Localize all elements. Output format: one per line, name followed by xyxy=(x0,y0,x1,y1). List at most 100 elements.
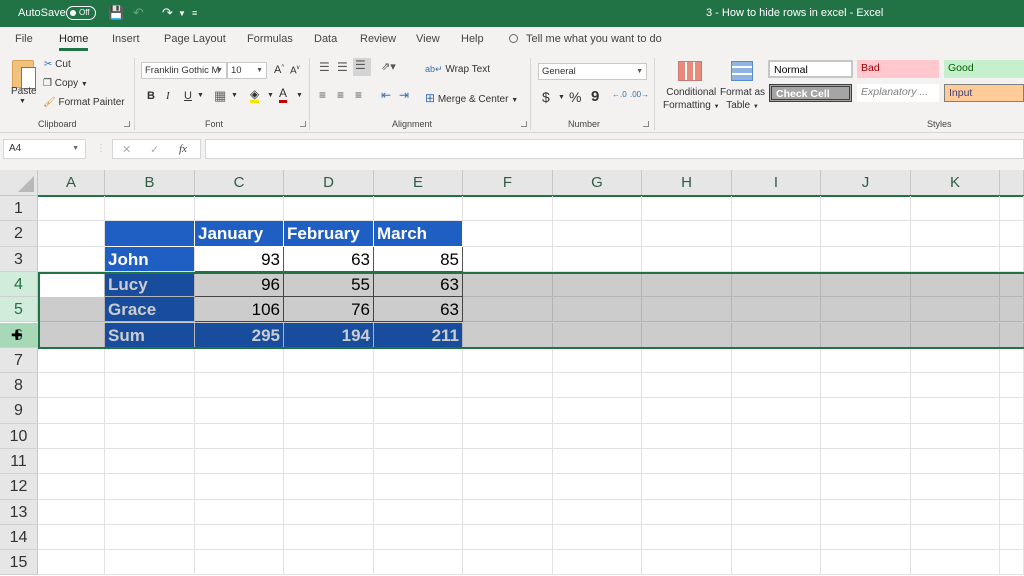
cell-f10[interactable] xyxy=(463,423,553,449)
cell-h15[interactable] xyxy=(642,550,732,576)
cell-j15[interactable] xyxy=(821,550,911,576)
cancel-icon[interactable]: ✕ xyxy=(122,143,131,156)
cell-f7[interactable] xyxy=(463,347,553,374)
cell-i14[interactable] xyxy=(732,524,821,551)
paste-dropdown-icon[interactable]: ▼ xyxy=(19,98,26,105)
cell-i7[interactable] xyxy=(732,347,821,374)
cell-j6[interactable] xyxy=(821,322,911,348)
cell-f14[interactable] xyxy=(463,524,553,551)
table-value-cell[interactable]: 85 xyxy=(374,246,463,272)
row-header-3[interactable]: 3 xyxy=(0,246,38,272)
cell-k4[interactable] xyxy=(911,271,1000,298)
row-header-7[interactable]: 7 xyxy=(0,347,38,374)
percent-button[interactable]: % xyxy=(569,89,581,105)
cell-c15[interactable] xyxy=(195,550,284,576)
paste-button[interactable]: Paste xyxy=(11,86,37,97)
cell-c8[interactable] xyxy=(195,373,284,399)
row-header-14[interactable]: 14 xyxy=(0,524,38,551)
cell-h11[interactable] xyxy=(642,449,732,475)
merge-center-button[interactable]: ⊞ Merge & Center ▼ xyxy=(425,91,518,105)
cell-a14[interactable] xyxy=(38,524,105,551)
cell-k1[interactable] xyxy=(911,196,1000,222)
orientation-icon[interactable]: ⇗▾ xyxy=(381,60,396,73)
cell-c11[interactable] xyxy=(195,449,284,475)
table-value-cell[interactable]: 211 xyxy=(374,322,463,348)
decrease-indent-icon[interactable]: ⇤ xyxy=(381,88,391,102)
cell-k10[interactable] xyxy=(911,423,1000,449)
cell-i3[interactable] xyxy=(732,246,821,272)
cell-h8[interactable] xyxy=(642,373,732,399)
cell-j9[interactable] xyxy=(821,398,911,424)
cell-b12[interactable] xyxy=(105,474,195,500)
tab-formulas[interactable]: Formulas xyxy=(247,33,293,45)
cell-c9[interactable] xyxy=(195,398,284,424)
cell-k7[interactable] xyxy=(911,347,1000,374)
cell-j7[interactable] xyxy=(821,347,911,374)
cell-i9[interactable] xyxy=(732,398,821,424)
column-header-j[interactable]: J xyxy=(821,170,911,196)
align-top-icon[interactable]: ☰ xyxy=(319,60,330,74)
cell-b13[interactable] xyxy=(105,499,195,525)
table-value-cell[interactable]: 194 xyxy=(284,322,374,348)
cell-d10[interactable] xyxy=(284,423,374,449)
cell-g7[interactable] xyxy=(553,347,642,374)
save-icon[interactable]: 💾 xyxy=(108,5,124,21)
cell-a6[interactable] xyxy=(38,322,105,348)
cell-h2[interactable] xyxy=(642,221,732,247)
column-header-i[interactable]: I xyxy=(732,170,821,196)
cell-f13[interactable] xyxy=(463,499,553,525)
cell-k2[interactable] xyxy=(911,221,1000,247)
table-header-cell[interactable]: February xyxy=(284,221,374,247)
cell-a11[interactable] xyxy=(38,449,105,475)
cell-l10[interactable] xyxy=(1000,423,1024,449)
cell-style-input[interactable]: Input xyxy=(944,84,1024,102)
cell-c1[interactable] xyxy=(195,196,284,222)
cell-h13[interactable] xyxy=(642,499,732,525)
italic-button[interactable]: I xyxy=(166,90,170,102)
currency-button[interactable]: $ xyxy=(542,89,550,105)
cell-j12[interactable] xyxy=(821,474,911,500)
tab-review[interactable]: Review xyxy=(360,33,396,45)
cell-f5[interactable] xyxy=(463,297,553,323)
formula-input[interactable] xyxy=(205,139,1024,159)
align-right-icon[interactable]: ≡ xyxy=(355,88,362,102)
cell-f9[interactable] xyxy=(463,398,553,424)
row-header-4[interactable]: 4 xyxy=(0,271,38,298)
cell-style-explanatory[interactable]: Explanatory ... xyxy=(857,84,939,102)
cell-d11[interactable] xyxy=(284,449,374,475)
cell-i4[interactable] xyxy=(732,271,821,298)
cell-j14[interactable] xyxy=(821,524,911,551)
cell-d13[interactable] xyxy=(284,499,374,525)
cell-style-good[interactable]: Good xyxy=(944,60,1024,78)
tab-page-layout[interactable]: Page Layout xyxy=(164,33,226,45)
cell-b8[interactable] xyxy=(105,373,195,399)
tab-insert[interactable]: Insert xyxy=(112,33,140,45)
cell-l6[interactable] xyxy=(1000,322,1024,348)
cell-g11[interactable] xyxy=(553,449,642,475)
cell-g5[interactable] xyxy=(553,297,642,323)
table-value-cell[interactable]: 93 xyxy=(195,246,284,272)
cell-g10[interactable] xyxy=(553,423,642,449)
cell-g3[interactable] xyxy=(553,246,642,272)
cell-l9[interactable] xyxy=(1000,398,1024,424)
underline-button[interactable]: U xyxy=(184,90,192,102)
cell-d15[interactable] xyxy=(284,550,374,576)
cell-a9[interactable] xyxy=(38,398,105,424)
cell-k12[interactable] xyxy=(911,474,1000,500)
cell-c12[interactable] xyxy=(195,474,284,500)
cell-a15[interactable] xyxy=(38,550,105,576)
cell-g8[interactable] xyxy=(553,373,642,399)
format-painter-button[interactable]: 🖌 Format Painter xyxy=(43,97,125,108)
tab-file[interactable]: File xyxy=(15,33,33,45)
cell-f12[interactable] xyxy=(463,474,553,500)
column-header-c[interactable]: C xyxy=(195,170,284,196)
font-launcher-icon[interactable] xyxy=(300,121,306,127)
cut-button[interactable]: ✂ Cut xyxy=(44,59,71,70)
name-box[interactable]: A4 ▼ xyxy=(3,139,86,159)
redo-icon[interactable]: ↷ xyxy=(162,5,173,21)
cell-j8[interactable] xyxy=(821,373,911,399)
cell-a7[interactable] xyxy=(38,347,105,374)
cell-d1[interactable] xyxy=(284,196,374,222)
cell-l3[interactable] xyxy=(1000,246,1024,272)
cell-d12[interactable] xyxy=(284,474,374,500)
